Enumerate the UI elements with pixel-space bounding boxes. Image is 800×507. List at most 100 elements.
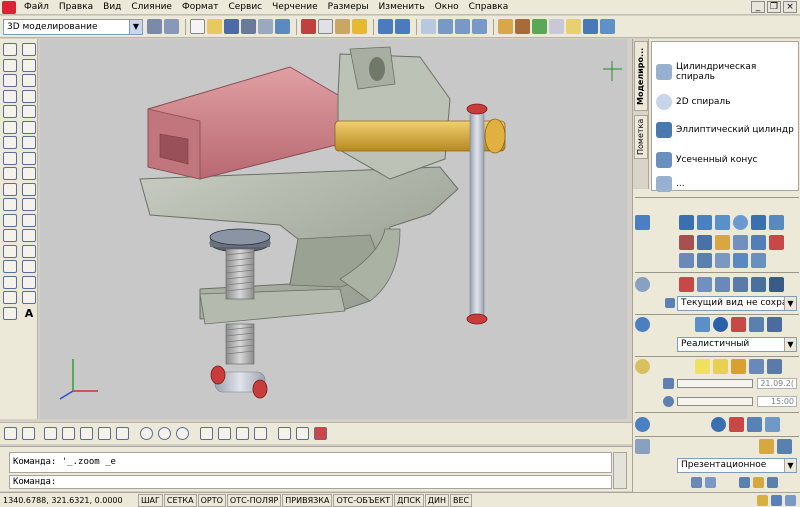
trim-tool-icon[interactable]: [22, 182, 36, 196]
sweep-icon[interactable]: [715, 235, 730, 250]
calculator-icon[interactable]: [583, 19, 598, 34]
menu-draw[interactable]: Черчение: [267, 0, 323, 15]
region-tool-icon[interactable]: [3, 291, 17, 304]
command-input[interactable]: Команда:: [9, 475, 612, 489]
clean-screen-icon[interactable]: [785, 494, 796, 506]
orbit-icon[interactable]: [679, 277, 694, 292]
thicken-icon[interactable]: [697, 253, 712, 268]
workspace-settings-icon[interactable]: [147, 19, 162, 34]
polygon-tool-icon[interactable]: [3, 89, 17, 103]
render-panel-icon[interactable]: [635, 439, 650, 454]
open-file-icon[interactable]: [207, 19, 222, 34]
autocad-logo-icon[interactable]: [2, 0, 16, 14]
menu-modify[interactable]: Изменить: [374, 0, 430, 15]
array-tool-icon[interactable]: [22, 105, 36, 118]
sun-properties-icon[interactable]: [767, 359, 782, 374]
ellipse-tool-icon[interactable]: [3, 182, 17, 196]
material-mapping-icon[interactable]: [747, 417, 762, 432]
workspace-select[interactable]: 3D моделирование ▼: [3, 18, 143, 35]
loft-icon[interactable]: [733, 235, 748, 250]
material-sphere-icon[interactable]: [711, 417, 726, 432]
conceptual-style-icon[interactable]: [731, 317, 746, 332]
snap-extension-icon[interactable]: [116, 427, 129, 440]
menu-edit[interactable]: Правка: [54, 0, 98, 15]
slice-icon[interactable]: [679, 253, 694, 268]
pan-icon[interactable]: [421, 19, 436, 34]
line-tool-icon[interactable]: [3, 43, 17, 56]
snap-intersection-icon[interactable]: [80, 427, 93, 440]
palette-item-more[interactable]: ...: [656, 176, 685, 192]
pyramid-icon[interactable]: [769, 215, 784, 230]
snap-endpoint-icon[interactable]: [44, 427, 57, 440]
minimize-button[interactable]: _: [751, 1, 765, 13]
material-attach-icon[interactable]: [729, 417, 744, 432]
dyn-toggle[interactable]: ДИН: [424, 493, 449, 507]
chevron-down-icon[interactable]: ▼: [129, 19, 142, 34]
chevron-down-icon[interactable]: ▼: [784, 338, 796, 351]
publish-icon[interactable]: [275, 19, 290, 34]
realistic-style-icon[interactable]: [713, 317, 728, 332]
new-file-icon[interactable]: [190, 19, 205, 34]
x-ray-icon[interactable]: [767, 317, 782, 332]
osnap-settings-icon[interactable]: [314, 427, 327, 440]
print-preview-icon[interactable]: [258, 19, 273, 34]
materials-panel-icon[interactable]: [635, 417, 650, 432]
circle-tool-icon[interactable]: [3, 136, 17, 149]
menu-window[interactable]: Окно: [430, 0, 464, 15]
ortho-toggle[interactable]: ОРТО: [197, 493, 226, 507]
otrack-toggle[interactable]: ОТС-ОБЪЕКТ: [333, 493, 394, 507]
revolve-icon[interactable]: [697, 235, 712, 250]
construction-line-icon[interactable]: [3, 58, 17, 72]
menu-help[interactable]: Справка: [464, 0, 514, 15]
render-settings-icon[interactable]: [753, 477, 764, 488]
menu-dimensions[interactable]: Размеры: [323, 0, 374, 15]
mirror-tool-icon[interactable]: [22, 74, 36, 87]
chamfer-tool-icon[interactable]: [22, 244, 36, 258]
snap-apparent-intersect-icon[interactable]: [98, 427, 111, 440]
distant-light-icon[interactable]: [731, 359, 746, 374]
snap-nearest-icon[interactable]: [278, 427, 291, 440]
text-tool-icon[interactable]: A: [22, 307, 36, 320]
render-region-icon[interactable]: [777, 439, 792, 454]
date-slider[interactable]: [677, 379, 753, 388]
materials-manager-icon[interactable]: [765, 417, 780, 432]
lwt-toggle[interactable]: ВЕС: [449, 493, 473, 507]
menu-service[interactable]: Сервис: [223, 0, 267, 15]
interfere-icon[interactable]: [715, 253, 730, 268]
explode-tool-icon[interactable]: [22, 275, 36, 289]
time-slider[interactable]: [677, 397, 753, 406]
communication-center-icon[interactable]: [771, 494, 782, 506]
undo-icon[interactable]: [378, 19, 393, 34]
menu-view[interactable]: Вид: [98, 0, 126, 15]
fillet-tool-icon[interactable]: [22, 260, 36, 273]
restore-button[interactable]: ❐: [767, 1, 781, 13]
render-output-icon[interactable]: [767, 477, 778, 488]
ellipse-arc-tool-icon[interactable]: [3, 198, 17, 211]
sphere-icon[interactable]: [733, 215, 748, 230]
drawing-viewport[interactable]: [40, 39, 627, 419]
temporary-track-icon[interactable]: [4, 427, 17, 440]
light-list-icon[interactable]: [749, 359, 764, 374]
rectangle-tool-icon[interactable]: [3, 105, 17, 118]
copy-icon[interactable]: [318, 19, 333, 34]
flatshot-icon[interactable]: [751, 253, 766, 268]
sheet-set-icon[interactable]: [549, 19, 564, 34]
union-icon[interactable]: [751, 235, 766, 250]
match-properties-icon[interactable]: [352, 19, 367, 34]
subtract-icon[interactable]: [769, 235, 784, 250]
tab-modeling[interactable]: Моделиро...: [634, 41, 648, 111]
cone-solid-icon[interactable]: [715, 215, 730, 230]
hatch-tool-icon[interactable]: [3, 260, 17, 273]
redo-icon[interactable]: [395, 19, 410, 34]
stretch-tool-icon[interactable]: [22, 167, 36, 180]
erase-tool-icon[interactable]: [22, 43, 36, 56]
chevron-down-icon[interactable]: ▼: [784, 459, 796, 472]
pan-3d-icon[interactable]: [697, 277, 712, 292]
snap-center-icon[interactable]: [140, 427, 153, 440]
cut-icon[interactable]: [301, 19, 316, 34]
palette-item-helix[interactable]: Цилиндрическая спираль: [656, 62, 776, 82]
tool-palettes-icon[interactable]: [532, 19, 547, 34]
spot-light-icon[interactable]: [713, 359, 728, 374]
zoom-realtime-icon[interactable]: [438, 19, 453, 34]
workspaces-icon[interactable]: [164, 19, 179, 34]
